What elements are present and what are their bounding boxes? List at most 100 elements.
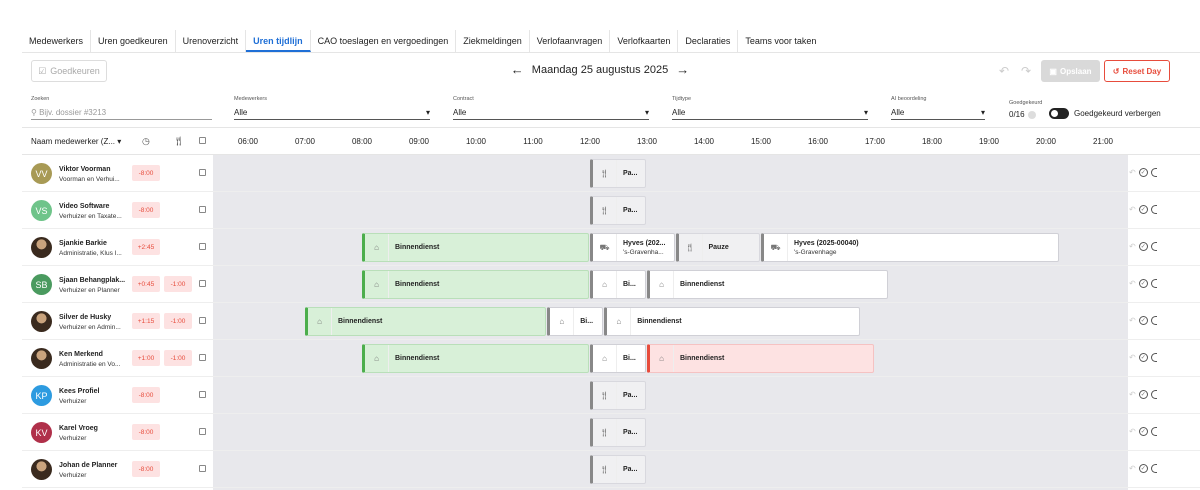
status-circle-icon[interactable]	[1150, 390, 1157, 399]
timeline-block[interactable]: ⌂ Binnendienst	[647, 344, 874, 373]
tab-uren-goedkeuren[interactable]: Uren goedkeuren	[91, 30, 176, 52]
timeline-block[interactable]: ⌂ Binnendienst	[604, 307, 860, 336]
employee-role: Voorman en Verhui...	[59, 176, 120, 183]
row-checkbox[interactable]	[199, 280, 206, 287]
status-circle-icon[interactable]	[1150, 464, 1157, 473]
timeline-block[interactable]: ⛟ Hyves (202...'s-Gravenha...	[590, 233, 675, 262]
block-text: Binnendienst	[680, 354, 724, 363]
timeline-block[interactable]: ⌂ Binnendienst	[362, 344, 589, 373]
clock-icon[interactable]: ◷	[142, 136, 150, 147]
status-circle-icon[interactable]	[1150, 205, 1157, 214]
reset-day-button[interactable]: ↺ Reset Day	[1104, 60, 1170, 82]
tab-cao-toeslagen-en-vergoedingen[interactable]: CAO toeslagen en vergoedingen	[311, 30, 457, 52]
tab-verlofkaarten[interactable]: Verlofkaarten	[610, 30, 679, 52]
undo-icon[interactable]: ↶	[999, 64, 1009, 78]
timeline-block[interactable]: ⌂ Bi...	[590, 344, 646, 373]
tab-verlofaanvragen[interactable]: Verlofaanvragen	[530, 30, 611, 52]
block-text: Pa...	[623, 169, 637, 178]
row-checkbox[interactable]	[199, 169, 206, 176]
row-actions: ↶ ✓	[1129, 464, 1157, 473]
approve-check-icon[interactable]: ✓	[1138, 464, 1148, 473]
cutlery-icon[interactable]: 🍴︎	[173, 136, 184, 147]
tab-urenoverzicht[interactable]: Urenoverzicht	[176, 30, 247, 52]
employee-name[interactable]: Ken Merkend	[59, 351, 103, 358]
employee-name[interactable]: Viktor Voorman	[59, 166, 110, 173]
save-button[interactable]: ▣ Opslaan	[1041, 60, 1100, 82]
hours-delta-badge: -8:00	[132, 424, 160, 440]
approve-check-icon[interactable]: ✓	[1138, 279, 1148, 288]
hide-approved-toggle[interactable]: Goedgekeurd verbergen	[1049, 108, 1161, 119]
timeline-block[interactable]: 🍴︎ Pa...	[590, 381, 646, 410]
select-all-checkbox[interactable]	[199, 137, 206, 144]
timeline-block[interactable]: ⌂ Binnendienst	[305, 307, 547, 336]
undo-icon[interactable]: ↶	[1129, 390, 1136, 399]
ai-select[interactable]: Alle ▾	[891, 106, 985, 120]
block-label: Pa...	[623, 207, 638, 214]
row-checkbox[interactable]	[199, 428, 206, 435]
approve-check-icon[interactable]: ✓	[1138, 205, 1148, 214]
approve-check-icon[interactable]: ✓	[1138, 168, 1148, 177]
employee-name[interactable]: Video Software	[59, 203, 109, 210]
employee-name[interactable]: Karel Vroeg	[59, 425, 98, 432]
timeline-block[interactable]: ⌂ Bi...	[590, 270, 646, 299]
status-circle-icon[interactable]	[1150, 427, 1157, 436]
timeline-block[interactable]: ⌂ Binnendienst	[362, 270, 589, 299]
timeline-block[interactable]: ⌂ Binnendienst	[647, 270, 889, 299]
status-circle-icon[interactable]	[1150, 316, 1157, 325]
employee-name[interactable]: Sjaan Behangplak...	[59, 277, 125, 284]
approve-check-icon[interactable]: ✓	[1138, 353, 1148, 362]
undo-icon[interactable]: ↶	[1129, 279, 1136, 288]
truck-icon: ⛟	[764, 234, 788, 261]
contract-select[interactable]: Alle ▾	[453, 106, 649, 120]
tab-ziekmeldingen[interactable]: Ziekmeldingen	[456, 30, 530, 52]
timeline-block[interactable]: 🍴︎ Pauze	[675, 233, 760, 262]
status-circle-icon[interactable]	[1150, 168, 1157, 177]
approve-button[interactable]: ☑ Goedkeuren	[31, 60, 107, 82]
tab-medewerkers[interactable]: Medewerkers	[22, 30, 92, 52]
status-circle-icon[interactable]	[1150, 353, 1157, 362]
employee-name[interactable]: Sjankie Barkie	[59, 240, 107, 247]
approve-check-icon[interactable]: ✓	[1138, 316, 1148, 325]
timeline-block[interactable]: ⌂ Bi...	[547, 307, 604, 336]
toggle-switch[interactable]	[1049, 108, 1069, 119]
row-checkbox[interactable]	[199, 465, 206, 472]
undo-icon[interactable]: ↶	[1129, 464, 1136, 473]
status-circle-icon[interactable]	[1150, 242, 1157, 251]
undo-icon[interactable]: ↶	[1129, 427, 1136, 436]
undo-icon[interactable]: ↶	[1129, 316, 1136, 325]
timeline-block[interactable]: ⌂ Binnendienst	[362, 233, 589, 262]
timeline-block[interactable]: 🍴︎ Pa...	[590, 418, 646, 447]
timeline-block[interactable]: ⛟ Hyves (2025-00040)'s-Gravenhage	[761, 233, 1060, 262]
employee-name[interactable]: Silver de Husky	[59, 314, 111, 321]
row-checkbox[interactable]	[199, 354, 206, 361]
shifttype-select[interactable]: Alle ▾	[672, 106, 868, 120]
block-location: 's-Gravenhage	[794, 248, 837, 256]
row-checkbox[interactable]	[199, 317, 206, 324]
employee-name[interactable]: Johan de Planner	[59, 462, 117, 469]
employee-name[interactable]: Kees Profiel	[59, 388, 99, 395]
tab-uren-tijdlijn[interactable]: Uren tijdlijn	[246, 30, 311, 52]
row-actions: ↶ ✓	[1129, 279, 1157, 288]
row-checkbox[interactable]	[199, 391, 206, 398]
name-column-header[interactable]: Naam medewerker (Z... ▾	[31, 137, 121, 146]
undo-icon[interactable]: ↶	[1129, 205, 1136, 214]
employees-select[interactable]: Alle ▾	[234, 106, 430, 120]
status-circle-icon[interactable]	[1150, 279, 1157, 288]
timeline-block[interactable]: 🍴︎ Pa...	[590, 455, 646, 484]
approve-check-icon[interactable]: ✓	[1138, 390, 1148, 399]
timeline-block[interactable]: 🍴︎ Pa...	[590, 196, 646, 225]
redo-icon[interactable]: ↷	[1021, 64, 1031, 78]
row-checkbox[interactable]	[199, 243, 206, 250]
tab-declaraties[interactable]: Declaraties	[678, 30, 739, 52]
undo-icon[interactable]: ↶	[1129, 168, 1136, 177]
row-checkbox[interactable]	[199, 206, 206, 213]
approve-check-icon[interactable]: ✓	[1138, 427, 1148, 436]
search-input[interactable]: ⚲ Bijv. dossier #3213	[31, 106, 212, 120]
tab-teams-voor-taken[interactable]: Teams voor taken	[738, 30, 823, 52]
timeline-block[interactable]: 🍴︎ Pa...	[590, 159, 646, 188]
arrow-right-icon[interactable]: →	[676, 62, 689, 77]
undo-icon[interactable]: ↶	[1129, 242, 1136, 251]
arrow-left-icon[interactable]: ←	[511, 62, 524, 77]
approve-check-icon[interactable]: ✓	[1138, 242, 1148, 251]
undo-icon[interactable]: ↶	[1129, 353, 1136, 362]
